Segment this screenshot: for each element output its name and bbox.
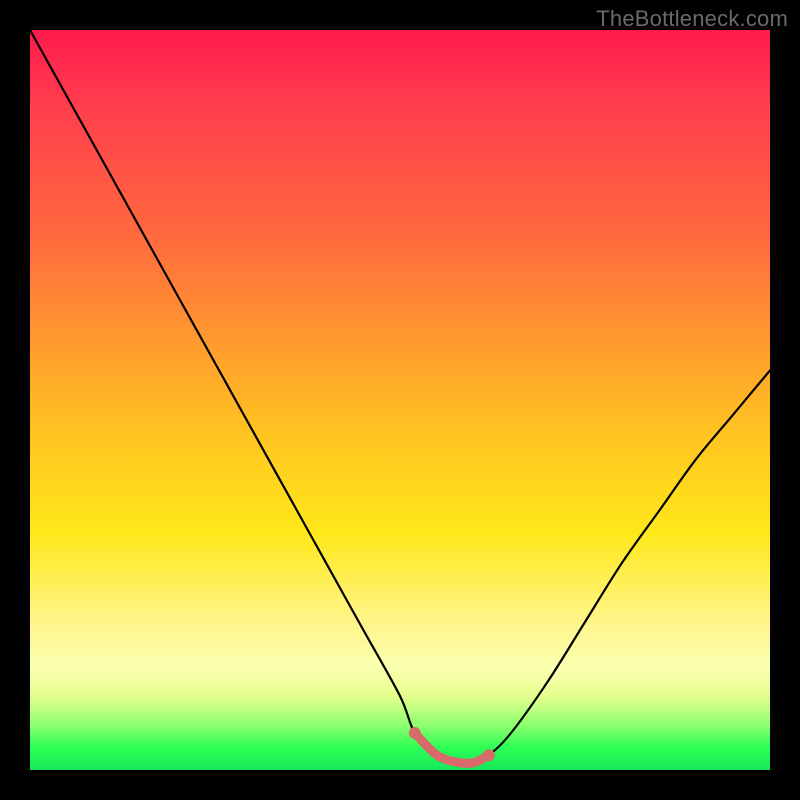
optimal-endpoint-left [409, 727, 421, 739]
chart-frame: TheBottleneck.com [0, 0, 800, 800]
bottleneck-curve [30, 30, 770, 764]
optimal-endpoint-right [483, 749, 495, 761]
watermark-text: TheBottleneck.com [596, 6, 788, 32]
plot-area [30, 30, 770, 770]
optimal-flat-segment [415, 733, 489, 764]
curve-layer [30, 30, 770, 770]
